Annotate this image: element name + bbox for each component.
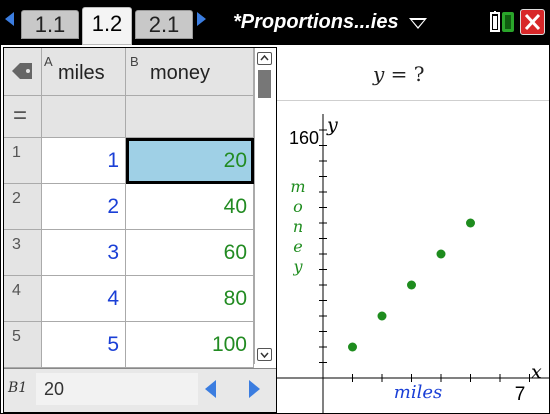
entry-history-left-arrow-icon[interactable] — [205, 380, 216, 398]
table-cell-b2[interactable]: 40 — [126, 184, 254, 230]
tab-1-2[interactable]: 1.2 — [82, 7, 132, 45]
data-point[interactable] — [466, 218, 475, 228]
document-title: *Proportions...ies — [233, 11, 399, 33]
x-variable-label[interactable]: miles — [394, 382, 442, 403]
row-number[interactable]: 3 — [4, 230, 42, 276]
row-number[interactable]: 1 — [4, 138, 42, 184]
tab-2-1[interactable]: 2.1 — [135, 10, 193, 39]
column-b-formula-cell[interactable] — [126, 96, 254, 138]
table-cell-b4[interactable]: 80 — [126, 276, 254, 322]
scrollbar-thumb[interactable] — [258, 70, 271, 98]
chevron-up-icon — [260, 54, 269, 61]
function-entry-bar[interactable]: y = ? — [277, 47, 549, 101]
data-point[interactable] — [348, 342, 357, 352]
y-max-label: 160 — [289, 128, 319, 148]
formula-row-symbol[interactable]: = — [4, 96, 42, 138]
column-b-letter: B — [130, 54, 139, 69]
entry-history-right-arrow-icon[interactable] — [249, 380, 260, 398]
column-a-header[interactable]: A miles — [42, 48, 126, 96]
row-number[interactable]: 2 — [4, 184, 42, 230]
graph-pane[interactable]: y = ? y x 160 7 money miles — [277, 47, 549, 413]
column-b-header[interactable]: B money — [126, 48, 254, 96]
x-max-label: 7 — [515, 384, 526, 405]
tag-icon — [12, 63, 32, 79]
scroll-down-button[interactable] — [257, 348, 272, 361]
equation-rest: = ? — [384, 62, 425, 86]
table-cell-a3[interactable]: 3 — [42, 230, 126, 276]
next-page-arrow-icon[interactable] — [197, 12, 206, 26]
table-cell-a4[interactable]: 4 — [42, 276, 126, 322]
table-cell-b3[interactable]: 60 — [126, 230, 254, 276]
y-variable-label[interactable]: money — [290, 177, 305, 276]
title-bar: 1.1 1.2 2.1 *Proportions...ies — [1, 1, 549, 45]
row-number[interactable]: 5 — [4, 322, 42, 368]
function-entry-text[interactable]: y = ? — [373, 62, 425, 86]
close-icon — [524, 13, 541, 31]
column-a-name[interactable]: miles — [58, 62, 105, 85]
spreadsheet: A miles B money = 1 1 20 2 2 40 3 3 60 4… — [3, 47, 277, 413]
column-a-letter: A — [44, 54, 53, 69]
vertical-scrollbar[interactable] — [254, 48, 275, 364]
chevron-down-icon — [260, 352, 269, 359]
table-cell-a5[interactable]: 5 — [42, 322, 126, 368]
equation-variable: y — [373, 62, 385, 86]
data-point[interactable] — [407, 280, 416, 290]
data-point[interactable] — [436, 249, 446, 259]
row-number[interactable]: 4 — [4, 276, 42, 322]
x-axis-label: x — [531, 361, 542, 383]
previous-page-arrow-icon[interactable] — [5, 12, 14, 26]
sheet-corner[interactable] — [4, 48, 42, 96]
table-cell-b5[interactable]: 100 — [126, 322, 254, 368]
close-button[interactable] — [520, 9, 545, 35]
cell-entry-input[interactable]: 20 — [36, 373, 198, 405]
battery-icon — [490, 11, 514, 32]
axes — [277, 114, 549, 413]
scatter-plot[interactable]: y x 160 7 money miles — [277, 100, 549, 413]
cell-reference: B1 — [8, 380, 28, 396]
table-cell-a1[interactable]: 1 — [42, 138, 126, 184]
table-cell-b1-selected[interactable]: 20 — [126, 138, 254, 184]
column-b-name[interactable]: money — [150, 62, 210, 85]
document-menu-chevron-icon[interactable] — [409, 18, 427, 29]
column-a-formula-cell[interactable] — [42, 96, 126, 138]
cell-entry-line: B1 20 — [4, 368, 276, 412]
scroll-up-button[interactable] — [257, 52, 272, 65]
data-points — [348, 218, 475, 352]
table-cell-a2[interactable]: 2 — [42, 184, 126, 230]
y-axis-label: y — [326, 114, 338, 136]
tab-1-1[interactable]: 1.1 — [21, 10, 79, 39]
data-point[interactable] — [377, 311, 387, 321]
